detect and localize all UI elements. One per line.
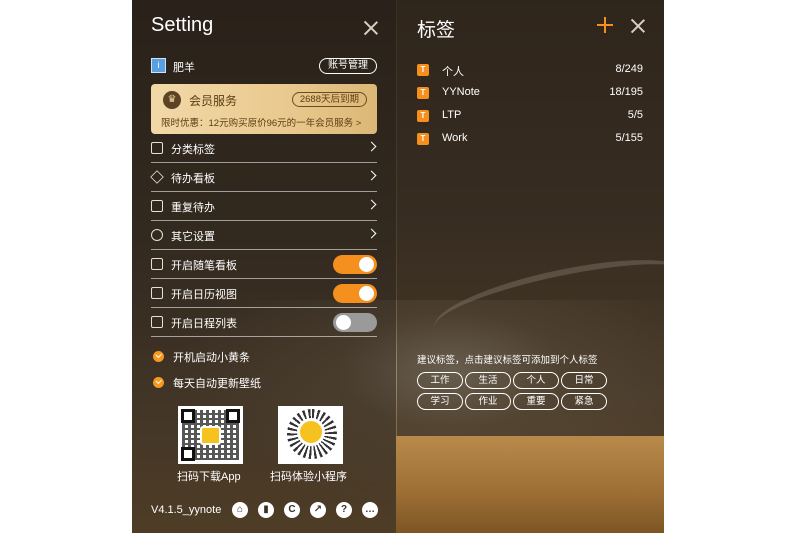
check-icon	[153, 377, 164, 388]
toggle-knob	[359, 257, 374, 272]
tag-name: Work	[442, 132, 468, 144]
autostart-checkbox[interactable]: 开机启动小黄条	[153, 349, 353, 365]
suggested-tag-chip[interactable]: 个人	[513, 372, 559, 389]
app-download-qr	[178, 406, 243, 464]
add-tag-icon[interactable]	[597, 17, 613, 33]
repeat-doc-icon	[151, 200, 163, 212]
book-icon[interactable]: ▮	[258, 502, 274, 518]
qr-finder	[181, 409, 195, 423]
toggle-knob	[336, 315, 351, 330]
chevron-right-icon	[366, 228, 377, 239]
checkbox-label: 开机启动小黄条	[173, 352, 250, 364]
vip-expiry-badge: 2688天后到期	[291, 92, 367, 107]
app-qr-caption: 扫码下载App	[177, 471, 241, 483]
menu-item-tags[interactable]: 分类标签	[151, 134, 377, 163]
toggle-knob	[359, 286, 374, 301]
user-row: i 肥羊 账号管理	[151, 58, 377, 74]
schedule-icon	[151, 316, 163, 328]
menu-item-other-settings[interactable]: 其它设置	[151, 221, 377, 250]
suggested-tag-chip[interactable]: 生活	[465, 372, 511, 389]
edit-icon	[151, 258, 163, 270]
layers-icon	[150, 170, 164, 184]
close-icon[interactable]	[364, 21, 378, 35]
suggested-tag-chip[interactable]: 作业	[465, 393, 511, 410]
crown-icon: ♛	[163, 91, 181, 109]
user-name: 肥羊	[173, 62, 195, 74]
menu-item-repeat-todo[interactable]: 重复待办	[151, 192, 377, 221]
toggle-label: 开启日程列表	[171, 318, 237, 330]
tag-count: 8/249	[615, 63, 643, 75]
suggested-tag-chip[interactable]: 重要	[513, 393, 559, 410]
chevron-right-icon	[366, 170, 377, 181]
version-label: V4.1.5_yynote	[151, 504, 222, 516]
menu-item-label: 分类标签	[171, 144, 215, 156]
qr-finder	[181, 447, 195, 461]
toggle-label: 开启随笔看板	[171, 260, 237, 272]
tag-icon: T	[417, 64, 429, 76]
avatar[interactable]: i	[151, 58, 166, 73]
home-icon[interactable]: ⌂	[232, 502, 248, 518]
wallpaper-cup	[396, 436, 664, 533]
tags-panel: 标签 T 个人 8/249 T YYNote 18/195 T LTP 5/5 …	[397, 0, 664, 436]
more-icon[interactable]: …	[362, 502, 378, 518]
yynote-logo-icon	[297, 418, 325, 446]
menu-item-label: 重复待办	[171, 202, 215, 214]
copyright-icon[interactable]: C	[284, 502, 300, 518]
suggested-tag-chip[interactable]: 日常	[561, 372, 607, 389]
settings-title: Setting	[151, 14, 214, 36]
calendar-view-toggle[interactable]	[333, 284, 377, 303]
vip-promo-link[interactable]: 限时优惠：12元购买原价96元的一年会员服务 >	[161, 115, 361, 129]
tag-icon: T	[417, 87, 429, 99]
schedule-list-toggle[interactable]	[333, 313, 377, 332]
tag-icon: T	[417, 133, 429, 145]
help-icon[interactable]: ?	[336, 502, 352, 518]
menu-item-label: 其它设置	[171, 231, 215, 243]
menu-item-label: 待办看板	[171, 173, 215, 185]
menu-item-todo-board[interactable]: 待办看板	[150, 163, 377, 192]
settings-panel: Setting i 肥羊 账号管理 ♛ 会员服务 2688天后到期 限时优惠：1…	[132, 0, 396, 533]
suggest-hint: 建议标签，点击建议标签可添加到个人标签	[417, 355, 598, 366]
close-icon[interactable]	[631, 19, 645, 33]
tag-item[interactable]: T Work 5/155	[417, 132, 643, 148]
checkbox-label: 每天自动更新壁纸	[173, 378, 261, 390]
yynote-logo-icon	[200, 426, 221, 445]
tag-count: 5/155	[615, 132, 643, 144]
tag-icon: T	[417, 110, 429, 122]
app-window: Setting i 肥羊 账号管理 ♛ 会员服务 2688天后到期 限时优惠：1…	[132, 0, 664, 533]
tags-title: 标签	[417, 20, 456, 41]
toggle-label: 开启日历视图	[171, 289, 237, 301]
account-manage-button[interactable]: 账号管理	[319, 58, 377, 74]
miniprogram-qr	[278, 406, 343, 464]
chevron-right-icon	[366, 199, 377, 210]
tag-name: YYNote	[442, 86, 480, 98]
vip-card[interactable]: ♛ 会员服务 2688天后到期 限时优惠：12元购买原价96元的一年会员服务 >	[151, 84, 377, 134]
suggested-tag-chip[interactable]: 学习	[417, 393, 463, 410]
tag-item[interactable]: T 个人 8/249	[417, 63, 643, 79]
share-icon[interactable]: ↗	[310, 502, 326, 518]
auto-wallpaper-checkbox[interactable]: 每天自动更新壁纸	[153, 375, 353, 391]
gear-icon	[151, 229, 163, 241]
tag-name: LTP	[442, 109, 462, 121]
notes-board-toggle[interactable]	[333, 255, 377, 274]
check-icon	[153, 351, 164, 362]
vip-title: 会员服务	[189, 94, 238, 108]
suggested-tag-chip[interactable]: 紧急	[561, 393, 607, 410]
suggested-tag-chip[interactable]: 工作	[417, 372, 463, 389]
tag-name: 个人	[442, 66, 464, 78]
tag-count: 18/195	[609, 86, 643, 98]
qr-finder	[226, 409, 240, 423]
miniprogram-qr-caption: 扫码体验小程序	[270, 471, 347, 483]
tag-item[interactable]: T YYNote 18/195	[417, 86, 643, 102]
list-icon	[151, 142, 163, 154]
toggle-row-notes-board: 开启随笔看板	[151, 250, 377, 279]
calendar-icon	[151, 287, 163, 299]
tag-count: 5/5	[627, 109, 643, 121]
toggle-row-schedule-list: 开启日程列表	[151, 308, 377, 337]
toggle-row-calendar-view: 开启日历视图	[151, 279, 377, 308]
chevron-right-icon	[366, 141, 377, 152]
tag-item[interactable]: T LTP 5/5	[417, 109, 643, 125]
